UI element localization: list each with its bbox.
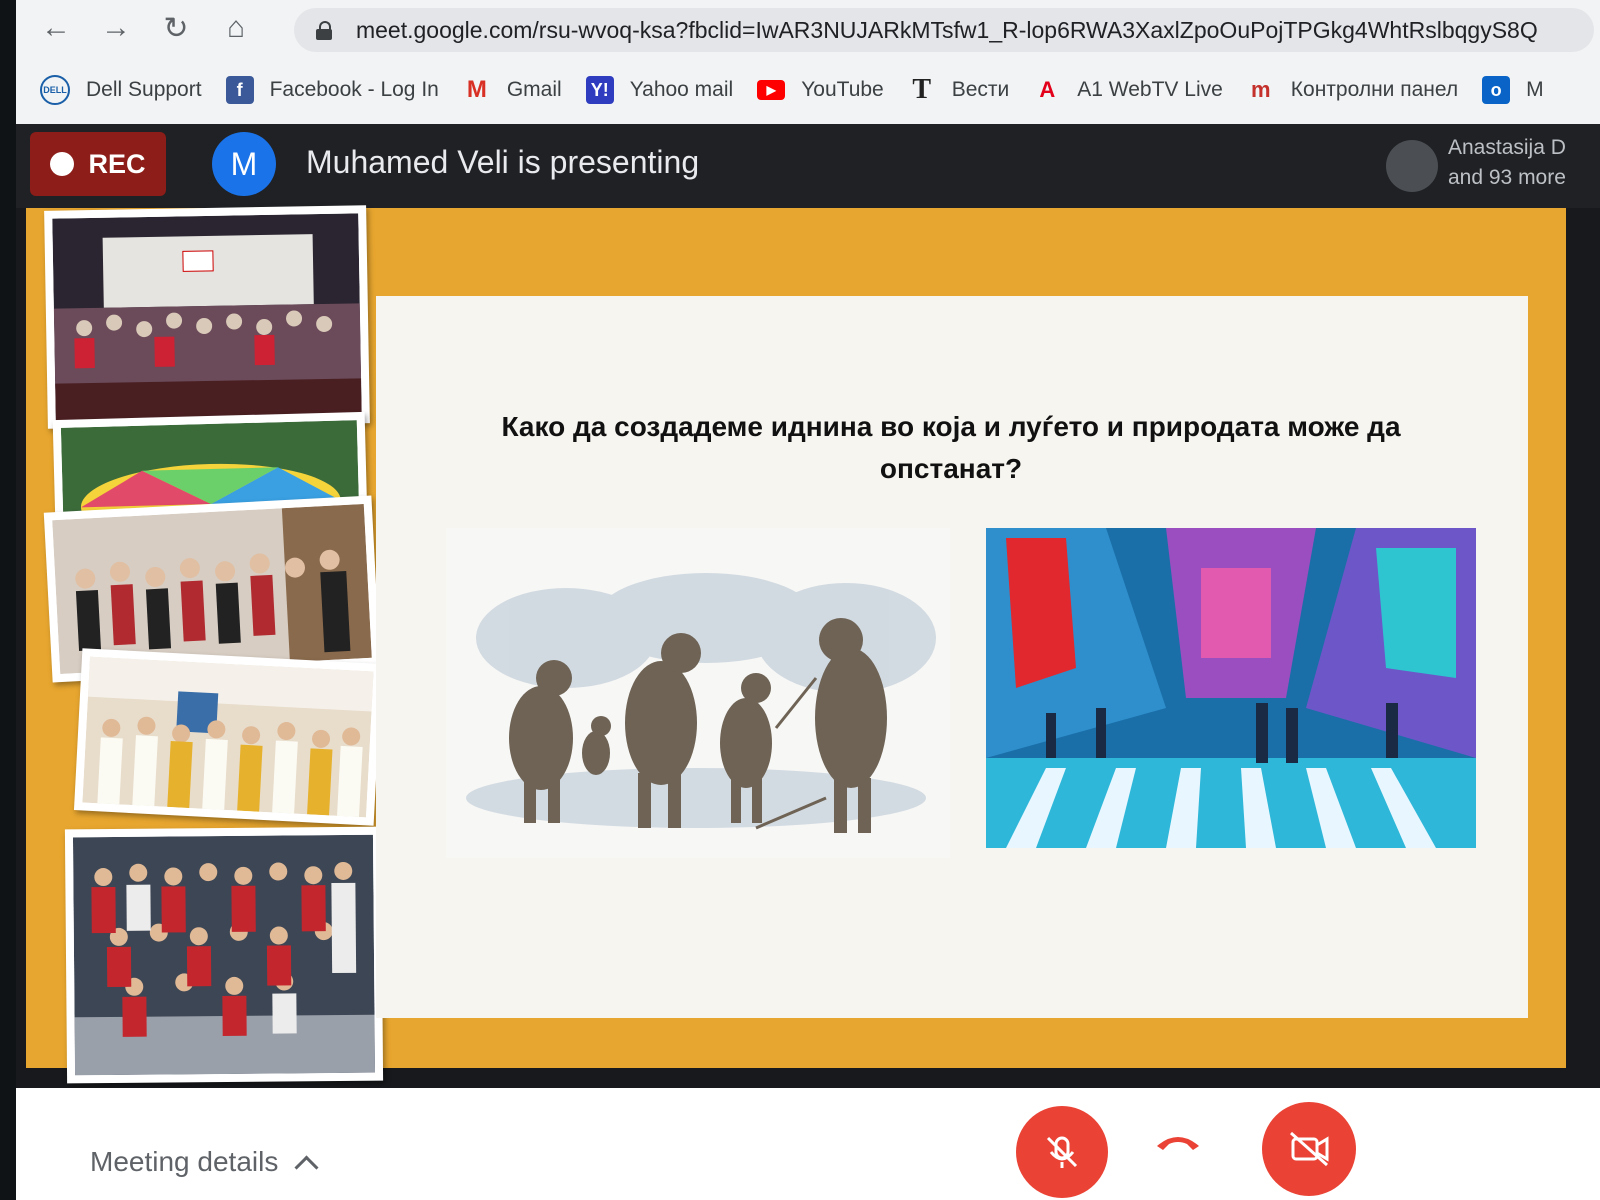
bookmark-yahoo[interactable]: Y! Yahoo mail bbox=[585, 76, 734, 104]
bookmark-label: YouTube bbox=[801, 78, 884, 101]
a1-icon: A bbox=[1039, 77, 1056, 102]
bookmark-dell-support[interactable]: DELL Dell Support bbox=[40, 75, 202, 105]
browser-nav-row: ← → ↻ ⌂ meet.google.com/rsu-wvoq-ksa?fbc… bbox=[16, 0, 1600, 56]
bookmark-a1-webtv[interactable]: A A1 WebTV Live bbox=[1033, 76, 1223, 104]
phone-hangup-icon bbox=[1157, 1137, 1199, 1150]
forward-arrow-icon[interactable]: → bbox=[96, 8, 136, 48]
yahoo-icon: Y! bbox=[585, 76, 614, 104]
meeting-details-label: Meeting details bbox=[90, 1146, 279, 1177]
dell-icon: DELL bbox=[40, 75, 70, 105]
presenter-avatar: M bbox=[212, 132, 276, 196]
lock-icon bbox=[316, 21, 332, 40]
neon-city-street-photo bbox=[986, 528, 1476, 848]
hang-up-button[interactable] bbox=[1148, 1122, 1208, 1162]
presenting-status: Muhamed Veli is presenting bbox=[306, 144, 700, 180]
recording-label: REC bbox=[88, 148, 146, 179]
bookmark-label: Вести bbox=[951, 78, 1010, 101]
participant-count: and 93 more bbox=[1448, 166, 1566, 189]
back-arrow-icon[interactable]: ← bbox=[36, 8, 76, 48]
group-photo-auditorium bbox=[52, 213, 362, 421]
meeting-details-button[interactable]: Meeting details bbox=[90, 1146, 319, 1180]
recording-badge: REC bbox=[30, 132, 166, 196]
vesti-icon: T bbox=[912, 74, 932, 105]
participant-avatar bbox=[1386, 140, 1438, 192]
camera-off-icon bbox=[1290, 1131, 1329, 1167]
gmail-icon: M bbox=[466, 76, 487, 103]
youtube-icon: ▶ bbox=[757, 80, 786, 100]
outlook-icon: o bbox=[1482, 76, 1511, 104]
chevron-up-icon bbox=[294, 1154, 319, 1180]
volunteers-photo bbox=[82, 656, 374, 818]
collage-photo-red-shirts bbox=[64, 826, 384, 1084]
bookmarks-bar: DELL Dell Support f Facebook - Log In M … bbox=[16, 60, 1600, 120]
slide-content: Како да создадеме иднина во која и луѓет… bbox=[376, 296, 1528, 1018]
bookmark-outlook[interactable]: o M bbox=[1482, 76, 1544, 104]
bookmark-label: Gmail bbox=[506, 78, 562, 101]
bookmark-label: Dell Support bbox=[86, 78, 202, 101]
address-bar[interactable]: meet.google.com/rsu-wvoq-ksa?fbclid=IwAR… bbox=[294, 8, 1594, 52]
presentation-stage: Како да создадеме иднина во која и луѓет… bbox=[16, 205, 1600, 1088]
bookmark-control-panel[interactable]: m Контролни панел bbox=[1247, 76, 1458, 104]
bookmark-youtube[interactable]: ▶ YouTube bbox=[757, 78, 884, 102]
meeting-toolbar: Meeting details bbox=[16, 1088, 1600, 1200]
bookmark-label: Контролни панел bbox=[1290, 78, 1459, 101]
camera-toggle-button[interactable] bbox=[1262, 1102, 1356, 1196]
reload-icon[interactable]: ↻ bbox=[156, 8, 196, 48]
bookmark-facebook[interactable]: f Facebook - Log In bbox=[225, 76, 439, 104]
slide-title: Како да создадеме иднина во која и луѓет… bbox=[501, 411, 1401, 484]
browser-chrome: ← → ↻ ⌂ meet.google.com/rsu-wvoq-ksa?fbc… bbox=[16, 0, 1600, 124]
meet-top-bar: REC M Muhamed Veli is presenting Anastas… bbox=[16, 124, 1600, 208]
url-text[interactable]: meet.google.com/rsu-wvoq-ksa?fbclid=IwAR… bbox=[356, 17, 1594, 44]
mic-off-icon bbox=[1046, 1136, 1078, 1168]
bookmark-gmail[interactable]: M Gmail bbox=[463, 76, 562, 104]
bookmark-label: Yahoo mail bbox=[629, 78, 734, 101]
human-evolution-illustration bbox=[446, 528, 950, 858]
control-panel-icon: m bbox=[1251, 77, 1271, 102]
collage-photo-volunteers bbox=[73, 648, 383, 826]
participants-summary[interactable]: Anastasija D and 93 more bbox=[1386, 132, 1600, 196]
bookmark-vesti[interactable]: T Вести bbox=[908, 74, 1010, 105]
home-icon[interactable]: ⌂ bbox=[216, 8, 256, 48]
mic-toggle-button[interactable] bbox=[1016, 1106, 1108, 1198]
facebook-icon: f bbox=[225, 76, 254, 104]
bookmark-label: Facebook - Log In bbox=[269, 78, 439, 101]
participant-name: Anastasija D bbox=[1448, 136, 1566, 159]
bookmark-label: M bbox=[1526, 78, 1544, 101]
collage-photo-stage bbox=[44, 205, 370, 429]
red-shirts-group-photo bbox=[72, 834, 376, 1076]
bookmark-label: A1 WebTV Live bbox=[1077, 78, 1223, 101]
record-dot-icon bbox=[50, 152, 75, 176]
slide-frame: Како да создадеме иднина во која и луѓет… bbox=[26, 205, 1566, 1084]
